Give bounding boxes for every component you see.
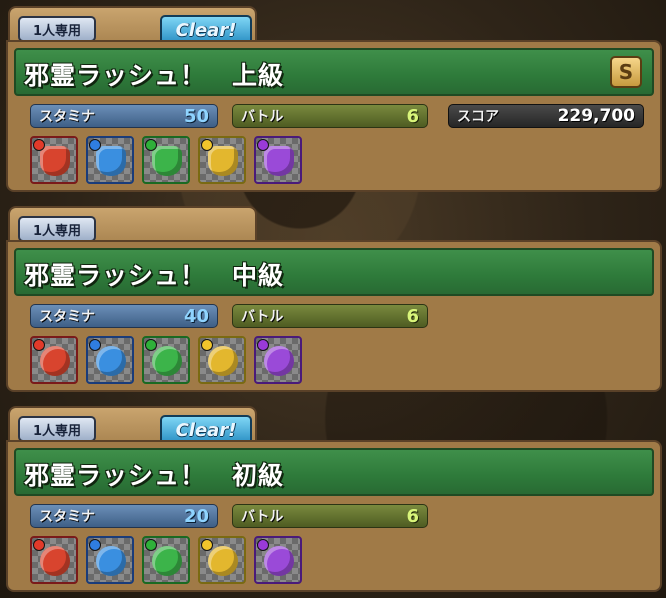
stamina-value: 20 <box>183 505 209 527</box>
quest-body: 邪霊ラッシュ！ 初級 スタミナ 20 バトル 6 <box>6 440 662 592</box>
yellow-money-bag-icon <box>198 536 246 584</box>
battle-label: バトル <box>241 309 284 325</box>
blue-money-bag-icon <box>86 336 134 384</box>
purple-money-bag-icon <box>254 336 302 384</box>
quest-panel-advanced[interactable]: 1人専用 Clear! 邪霊ラッシュ！ 上級 S スタミナ 50 バトル 6 ス… <box>6 6 662 196</box>
purple-money-bag-icon <box>254 536 302 584</box>
stamina-stat: スタミナ 20 <box>30 504 218 528</box>
score-stat: スコア 229,700 <box>448 104 644 128</box>
stamina-label: スタミナ <box>39 309 95 325</box>
quest-title-bar: 邪霊ラッシュ！ 中級 <box>14 248 654 296</box>
green-money-bag-icon <box>142 536 190 584</box>
score-label: スコア <box>457 109 499 125</box>
score-value: 229,700 <box>557 106 635 126</box>
green-money-bag-icon <box>142 336 190 384</box>
quest-panel-intermediate[interactable]: 1人専用 邪霊ラッシュ！ 中級 スタミナ 40 バトル 6 <box>6 206 662 396</box>
s-rank-badge: S <box>610 56 642 88</box>
battle-value: 6 <box>406 105 419 127</box>
battle-label: バトル <box>241 509 284 525</box>
quest-title-bar: 邪霊ラッシュ！ 初級 <box>14 448 654 496</box>
quest-body: 邪霊ラッシュ！ 中級 スタミナ 40 バトル 6 <box>6 240 662 392</box>
quest-title-bar: 邪霊ラッシュ！ 上級 S <box>14 48 654 96</box>
battle-stat: バトル 6 <box>232 304 428 328</box>
stamina-label: スタミナ <box>39 109 95 125</box>
stamina-value: 40 <box>183 305 209 327</box>
blue-money-bag-icon <box>86 536 134 584</box>
yellow-money-bag-icon <box>198 336 246 384</box>
battle-label: バトル <box>241 109 284 125</box>
single-player-badge: 1人専用 <box>18 16 96 42</box>
quest-title: 邪霊ラッシュ！ 初級 <box>24 461 285 490</box>
quest-title: 邪霊ラッシュ！ 上級 <box>24 61 285 90</box>
battle-stat: バトル 6 <box>232 104 428 128</box>
stamina-value: 50 <box>183 105 209 127</box>
blue-watering-can-icon <box>86 136 134 184</box>
reward-items <box>30 536 302 584</box>
stamina-label: スタミナ <box>39 509 95 525</box>
stamina-stat: スタミナ 50 <box>30 104 218 128</box>
stamina-stat: スタミナ 40 <box>30 304 218 328</box>
red-money-bag-icon <box>30 536 78 584</box>
single-player-badge: 1人専用 <box>18 216 96 242</box>
single-player-badge: 1人専用 <box>18 416 96 442</box>
battle-stat: バトル 6 <box>232 504 428 528</box>
red-watering-can-icon <box>30 136 78 184</box>
reward-items <box>30 136 302 184</box>
quest-title: 邪霊ラッシュ！ 中級 <box>24 261 285 290</box>
quest-body: 邪霊ラッシュ！ 上級 S スタミナ 50 バトル 6 スコア 229,700 <box>6 40 662 192</box>
battle-value: 6 <box>406 305 419 327</box>
purple-watering-can-icon <box>254 136 302 184</box>
red-money-bag-icon <box>30 336 78 384</box>
yellow-watering-can-icon <box>198 136 246 184</box>
green-watering-can-icon <box>142 136 190 184</box>
reward-items <box>30 336 302 384</box>
battle-value: 6 <box>406 505 419 527</box>
quest-panel-beginner[interactable]: 1人専用 Clear! 邪霊ラッシュ！ 初級 スタミナ 20 バトル 6 <box>6 406 662 596</box>
